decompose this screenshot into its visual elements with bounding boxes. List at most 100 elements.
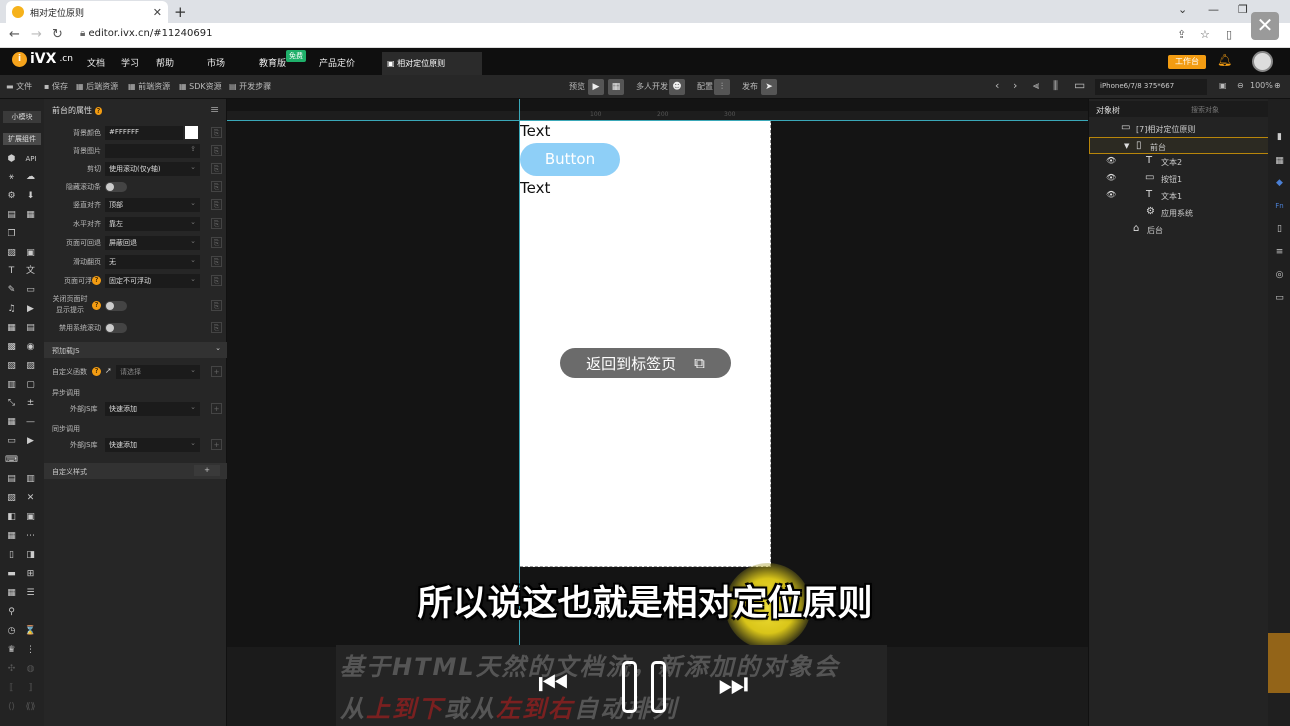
distribute-icon[interactable]: ⫼ — [1053, 79, 1058, 93]
zoom-out-icon[interactable]: ⊖ — [1237, 81, 1244, 90]
resize-icon[interactable]: ⤡ — [5, 397, 18, 409]
phone-icon[interactable]: ▯ — [5, 549, 18, 561]
avatar[interactable] — [1252, 51, 1273, 72]
keyboard-icon[interactable]: ⌨ — [5, 454, 18, 466]
menu-pricing[interactable]: 产品定价 — [319, 56, 355, 69]
tree-node-text1[interactable]: 👁︎ T 文本1 — [1089, 187, 1269, 204]
hide-scroll-toggle[interactable] — [105, 182, 127, 192]
code-icon[interactable]: ⟨⟩ — [5, 701, 18, 713]
excel-icon[interactable]: ▩ — [5, 341, 18, 353]
grid-icon[interactable]: ▦ — [24, 209, 37, 221]
upload-icon[interactable]: ⇪ — [190, 145, 196, 153]
collab-icon[interactable]: ☻ — [669, 79, 685, 95]
tree-icon[interactable]: ⊞ — [24, 568, 37, 580]
swipe-select[interactable]: 无 ⌄ — [105, 255, 200, 269]
fit-icon[interactable]: ▣ — [1219, 81, 1227, 90]
tree-tab[interactable]: 对象树 — [1096, 105, 1120, 116]
props-menu-icon[interactable]: ≡ — [210, 103, 219, 116]
workbench-button[interactable]: 工作台 — [1168, 55, 1206, 69]
download-icon[interactable]: ⬇ — [24, 190, 37, 202]
help-icon[interactable]: ? — [92, 276, 101, 285]
quick-add-select[interactable]: 快速添加 ⌄ — [105, 402, 200, 416]
hourglass-icon[interactable]: ⌛ — [24, 625, 37, 637]
info-icon[interactable]: ▮ — [1273, 131, 1286, 143]
more-icon[interactable]: ⋮ — [24, 644, 37, 656]
zoom-in-icon[interactable]: ⊕ — [1274, 81, 1281, 90]
clock-icon[interactable]: ◷ — [5, 625, 18, 637]
help-icon[interactable]: ? — [92, 301, 101, 310]
func-select[interactable]: 请选择 ⌄ — [116, 365, 200, 379]
ppt-icon[interactable]: ▥ — [5, 379, 18, 391]
divider-icon[interactable]: — — [24, 416, 37, 428]
dots-icon[interactable]: ⋯ — [24, 530, 37, 542]
previous-icon[interactable]: ⏮︎ — [538, 664, 569, 704]
text-element-1[interactable]: Text — [520, 122, 550, 140]
table2-icon[interactable]: ▦ — [5, 587, 18, 599]
align-left-icon[interactable]: ☰ — [24, 587, 37, 599]
card-icon[interactable]: ▭ — [5, 435, 18, 447]
cloud-icon[interactable]: ☁ — [24, 171, 37, 183]
eye-icon[interactable]: 👁︎ — [1106, 156, 1116, 165]
sheet-icon[interactable]: ▨ — [24, 360, 37, 372]
api-label[interactable]: API — [23, 153, 39, 165]
bracket-icon[interactable]: ⟦ — [5, 682, 18, 694]
page-icon[interactable]: ▤ — [5, 209, 18, 221]
align-icon[interactable]: ⫷ — [1033, 79, 1039, 93]
browser-tab[interactable]: 相对定位原则 ✕ — [6, 1, 168, 23]
cursor-pick-icon[interactable]: ➚ — [105, 366, 112, 375]
link-icon[interactable]: ⚲ — [5, 606, 18, 618]
code2-icon[interactable]: ⟪⟫ — [24, 701, 37, 713]
layers-icon[interactable]: ≡ — [1273, 246, 1286, 258]
chat-icon[interactable]: ◉ — [24, 341, 37, 353]
frontend-resources-button[interactable]: ▦ 前端资源 — [128, 81, 170, 92]
new-tab-icon[interactable]: + — [174, 3, 187, 21]
sdk-resources-button[interactable]: ▦ SDK资源 — [179, 81, 222, 92]
pause-left-bar[interactable] — [622, 661, 637, 713]
cross-icon[interactable]: ✕ — [24, 492, 37, 504]
clip-select[interactable]: 使用滚动(仅y轴) ⌄ — [105, 162, 200, 176]
side-feedback-tab[interactable] — [1268, 633, 1290, 693]
help-icon[interactable]: ? — [94, 107, 103, 115]
media-icon[interactable]: ▶ — [24, 435, 37, 447]
list-icon[interactable]: ▤ — [5, 473, 18, 485]
link-icon[interactable]: ⎘ — [211, 127, 222, 138]
button-element[interactable]: Button — [520, 143, 620, 176]
plusminus-icon[interactable]: ± — [24, 397, 37, 409]
db-icon[interactable]: ◆ — [1273, 177, 1286, 189]
menu-learn[interactable]: 学习 — [121, 56, 139, 69]
keyboard-icon[interactable]: ▭ — [1273, 292, 1286, 304]
video-icon[interactable]: ▶ — [24, 303, 37, 315]
next-icon[interactable]: ⏭︎ — [718, 664, 749, 704]
eye-icon[interactable]: 👁︎ — [1106, 190, 1116, 199]
reload-icon[interactable]: ↻ — [52, 27, 63, 42]
battery-icon[interactable]: ▬ — [5, 568, 18, 580]
preload-js-section[interactable]: 预加载JS ⌄ — [44, 342, 227, 358]
valign-select[interactable]: 顶部 ⌄ — [105, 198, 200, 212]
phone-frame[interactable] — [520, 120, 771, 567]
float-select[interactable]: 固定不可浮动 ⌄ — [105, 274, 200, 288]
bgimage-input[interactable]: ⇪ — [105, 144, 200, 158]
rich-icon[interactable]: ▥ — [24, 473, 37, 485]
share-icon[interactable]: ⇪ — [1177, 28, 1186, 41]
crown-icon[interactable]: ♛ — [5, 644, 18, 656]
link-icon[interactable]: ⎘ — [211, 275, 222, 286]
send-icon[interactable]: ➤ — [761, 79, 777, 95]
link-icon[interactable]: ⎘ — [211, 163, 222, 174]
back-select[interactable]: 屏蔽回退 ⌄ — [105, 236, 200, 250]
menu-docs[interactable]: 文档 — [87, 56, 105, 69]
bracket2-icon[interactable]: ⟧ — [24, 682, 37, 694]
close-tip-toggle[interactable] — [105, 301, 127, 311]
form-icon[interactable]: ▤ — [24, 322, 37, 334]
prev-icon[interactable]: ‹ — [995, 79, 999, 92]
menu-help[interactable]: 帮助 — [156, 56, 174, 69]
edit-icon[interactable]: ✎ — [5, 284, 18, 296]
star-icon[interactable]: ☆ — [1200, 28, 1210, 41]
add-icon[interactable]: + — [211, 366, 222, 377]
tab-close-icon[interactable]: ✕ — [153, 6, 162, 19]
bell-icon[interactable]: 🔔︎ — [1217, 53, 1232, 67]
tab-search-icon[interactable]: ⌄ — [1178, 3, 1187, 16]
custom-style-section[interactable]: 自定义样式 + — [44, 463, 227, 479]
text-element-2[interactable]: Text — [520, 179, 550, 197]
eye-icon[interactable]: 👁︎ — [1106, 173, 1116, 182]
share-node-icon[interactable]: ⚹ — [5, 171, 18, 183]
